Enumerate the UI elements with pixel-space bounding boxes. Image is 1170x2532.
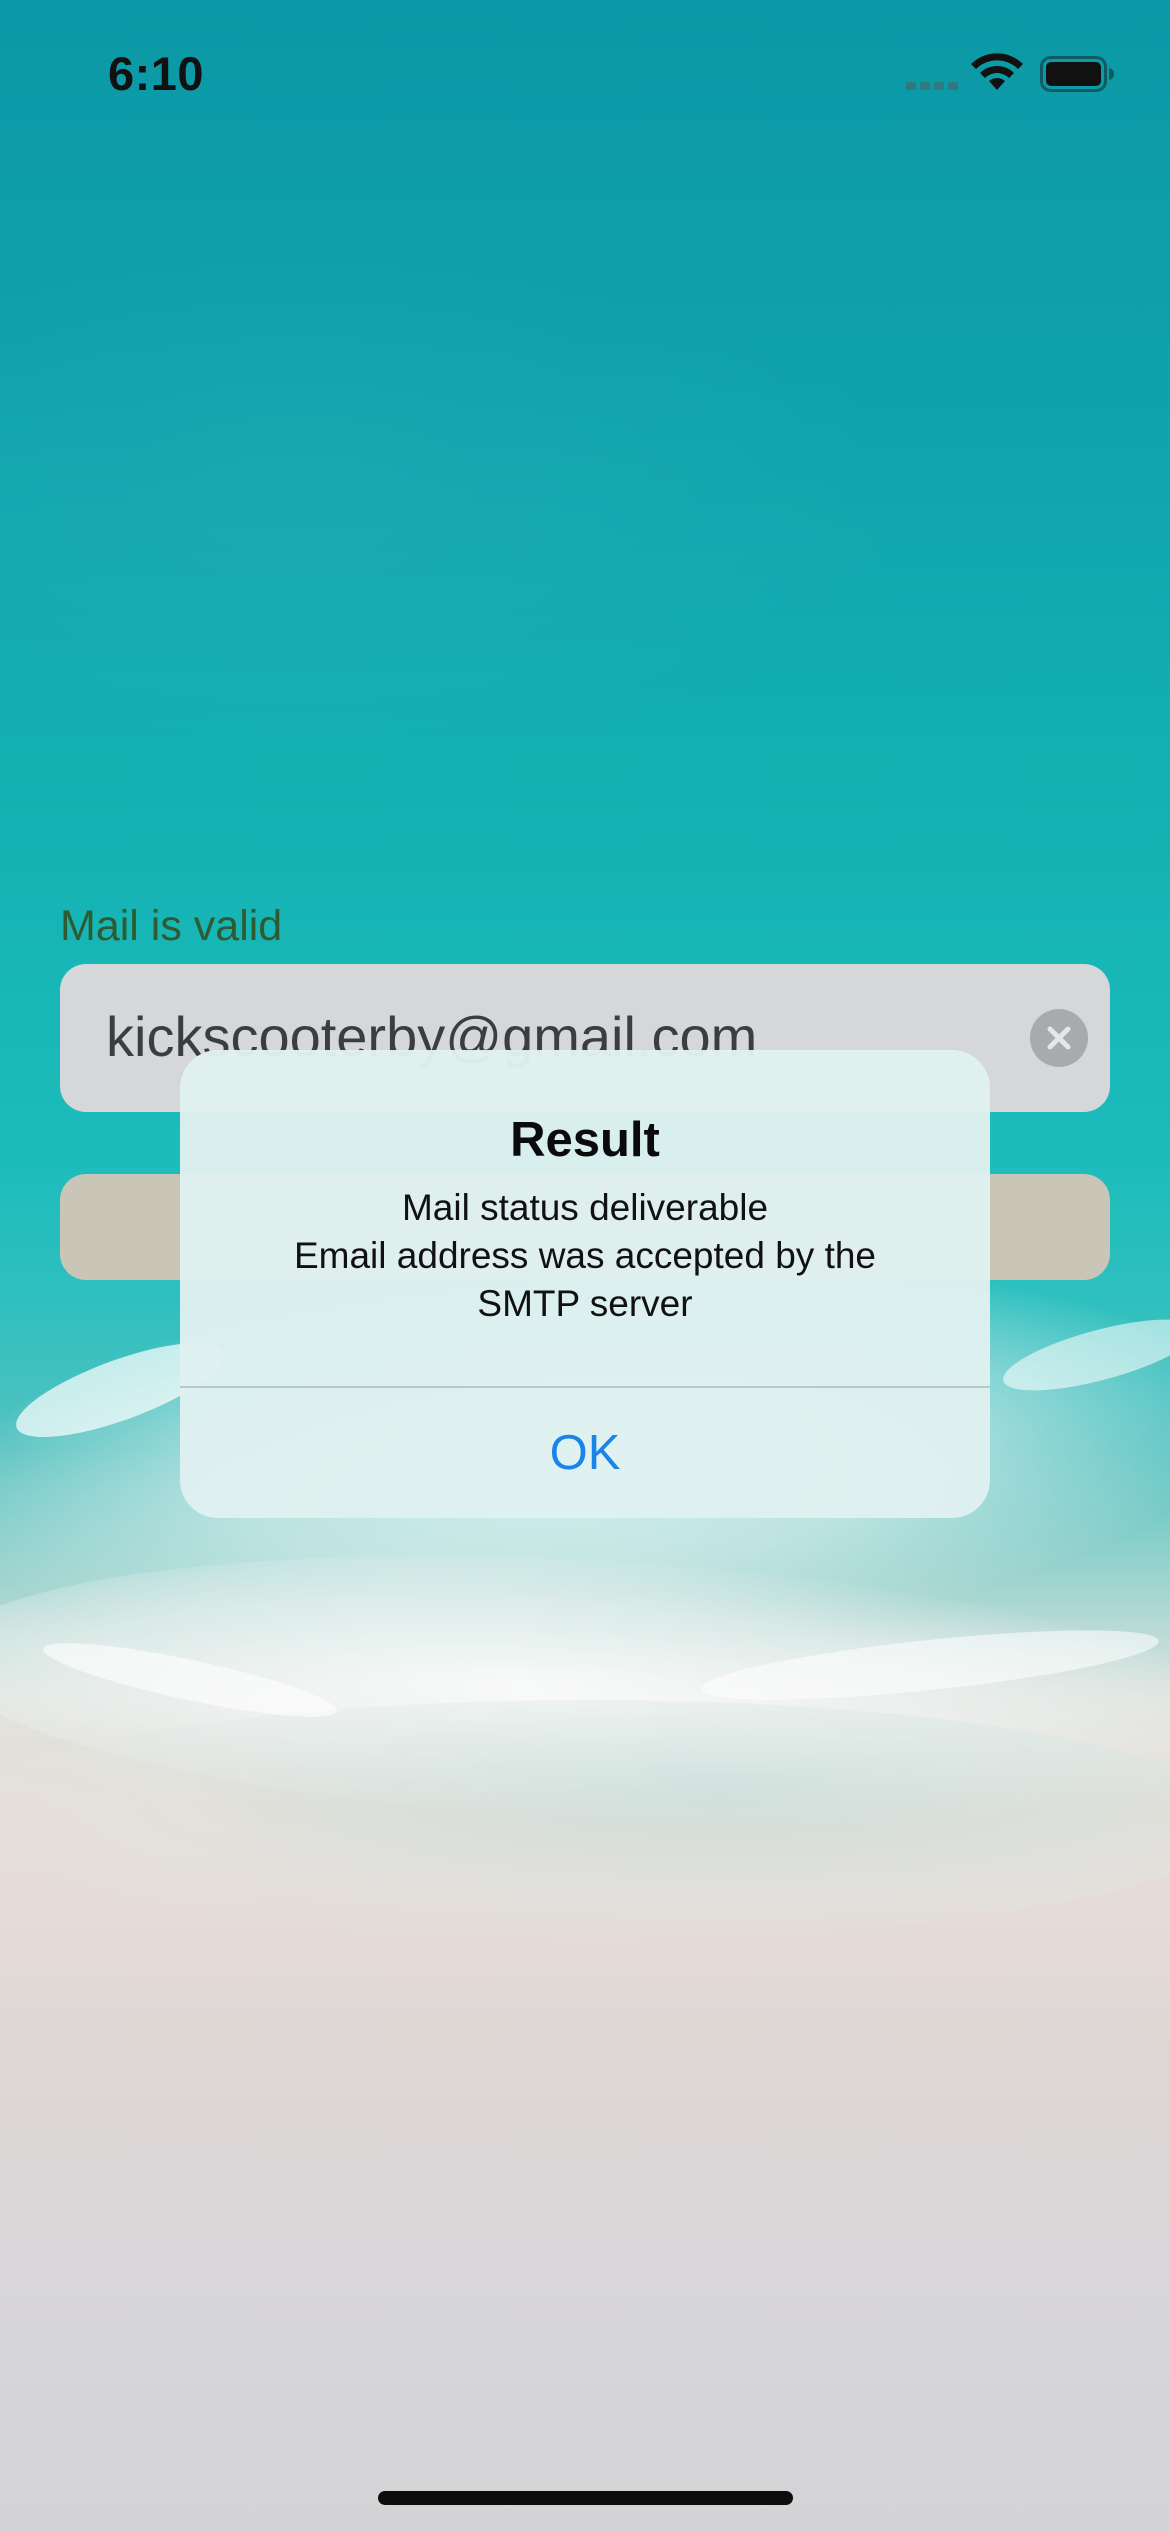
- clear-circle-x-icon: [1047, 1026, 1071, 1050]
- status-bar: 6:10: [0, 0, 1170, 140]
- alert-ok-button[interactable]: OK: [180, 1388, 990, 1518]
- cellular-signal-icon: [906, 80, 958, 90]
- screen: 6:10 Mail is valid kickscooterby@gmail.c…: [0, 0, 1170, 2532]
- home-indicator[interactable]: [378, 2491, 793, 2505]
- validation-status-label: Mail is valid: [60, 902, 283, 950]
- alert-message-line: SMTP server: [477, 1283, 693, 1324]
- alert-title: Result: [510, 1113, 660, 1167]
- alert-message-line: Mail status deliverable: [401, 1187, 769, 1228]
- battery-full-icon: [1040, 56, 1114, 92]
- result-alert-dialog: Result Mail status deliverable Email add…: [180, 1050, 990, 1518]
- wifi-icon: [971, 53, 1023, 90]
- clear-text-button[interactable]: [1030, 1009, 1088, 1067]
- status-time: 6:10: [108, 47, 205, 100]
- alert-message: Mail status deliverable Email address wa…: [220, 1184, 950, 1328]
- alert-message-line: Email address was accepted by the: [293, 1235, 877, 1276]
